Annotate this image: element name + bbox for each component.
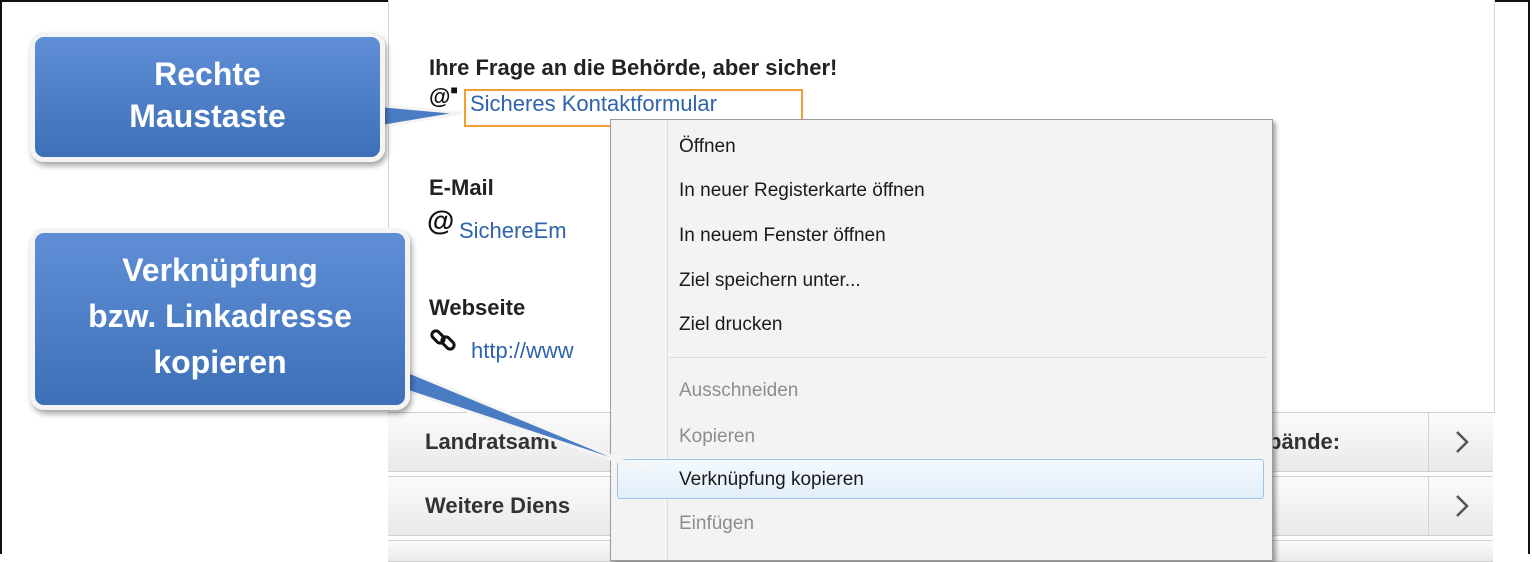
website-heading: Webseite	[429, 295, 526, 320]
context-menu: Öffnen In neuer Registerkarte öffnen In …	[610, 119, 1273, 561]
menu-item-copy: Kopieren	[679, 426, 756, 447]
callout-line: Maustaste	[129, 98, 286, 134]
chevron-right-icon[interactable]	[1428, 413, 1494, 471]
at-icon: @	[427, 205, 455, 236]
callout-line: Rechte	[154, 56, 261, 92]
menu-item-open-new-window[interactable]: In neuem Fenster öffnen	[679, 225, 886, 247]
callout-line: bzw. Linkadresse	[88, 298, 352, 334]
menu-item-print-target[interactable]: Ziel drucken	[679, 314, 783, 336]
email-heading: E-Mail	[429, 175, 494, 200]
chevron-right-icon[interactable]	[1428, 477, 1494, 535]
menu-item-cut: Ausschneiden	[679, 380, 799, 401]
callout-line: Verknüpfung	[122, 252, 318, 288]
callout-right-click: Rechte Maustaste	[30, 32, 385, 162]
menu-item-save-target[interactable]: Ziel speichern unter...	[679, 270, 861, 292]
menu-item-paste: Einfügen	[679, 513, 755, 534]
secure-email-link[interactable]: SichereEm	[459, 218, 567, 244]
secure-at-icon: @■	[429, 83, 458, 109]
accordion-label: Weitere Diens	[425, 493, 571, 518]
callout-line: kopieren	[153, 344, 287, 380]
chain-link-icon	[430, 329, 456, 351]
accordion-label: Landratsamt	[425, 429, 558, 454]
menu-item-open[interactable]: Öffnen	[679, 136, 736, 158]
callout-copy-link: Verknüpfung bzw. Linkadresse kopieren	[30, 228, 410, 410]
accordion-label-right: bände:	[1268, 429, 1341, 454]
menu-separator	[669, 357, 1266, 358]
contact-form-heading: Ihre Frage an die Behörde, aber sicher!	[429, 55, 838, 80]
website-link[interactable]: http://www	[471, 338, 574, 364]
menu-item-copy-link[interactable]: Verknüpfung kopieren	[679, 469, 864, 491]
menu-item-open-new-tab[interactable]: In neuer Registerkarte öffnen	[679, 180, 925, 202]
